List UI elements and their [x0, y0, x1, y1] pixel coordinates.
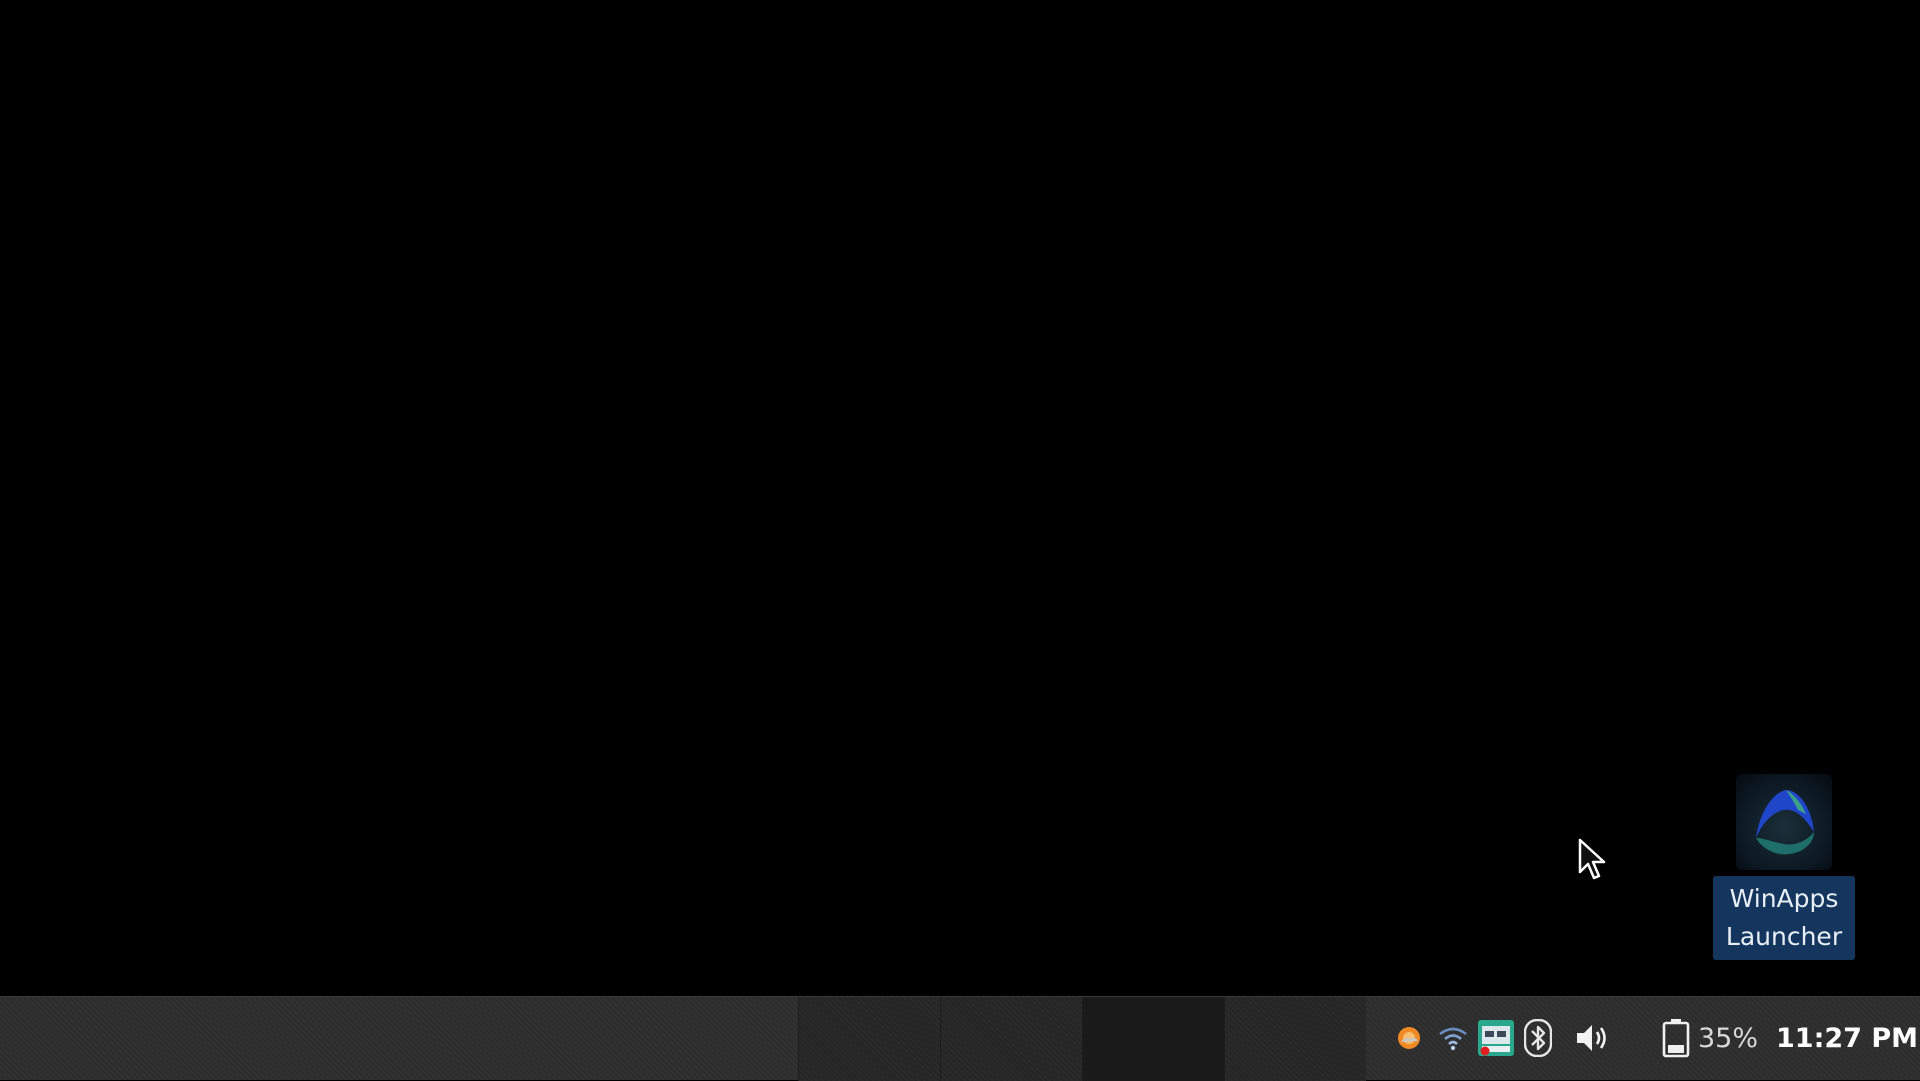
winapps-launcher-label[interactable]: WinApps Launcher	[1713, 876, 1855, 960]
wifi-icon[interactable]	[1436, 1017, 1470, 1059]
battery-icon[interactable]	[1660, 1017, 1692, 1059]
taskbar-task-slot[interactable]	[1224, 997, 1366, 1081]
desktop-background[interactable]: WinApps Launcher	[0, 0, 1920, 996]
taskbar-task-slot[interactable]	[798, 997, 940, 1081]
taskbar-task-slot[interactable]	[940, 997, 1082, 1081]
weather-icon[interactable]	[1394, 1017, 1424, 1059]
battery-percentage[interactable]: 35%	[1698, 1020, 1758, 1058]
taskbar	[0, 996, 1920, 1081]
display-manager-icon[interactable]	[1476, 1017, 1516, 1059]
mouse-pointer-icon	[1578, 838, 1608, 882]
taskbar-clock[interactable]: 11:27 PM	[1776, 1020, 1918, 1058]
winapps-launcher-desktop-icon[interactable]: WinApps Launcher	[1713, 774, 1855, 960]
bluetooth-icon[interactable]	[1522, 1017, 1554, 1059]
winapps-launcher-icon[interactable]	[1736, 774, 1832, 870]
taskbar-task-slot-active[interactable]	[1082, 997, 1224, 1081]
volume-icon[interactable]	[1574, 1017, 1610, 1059]
